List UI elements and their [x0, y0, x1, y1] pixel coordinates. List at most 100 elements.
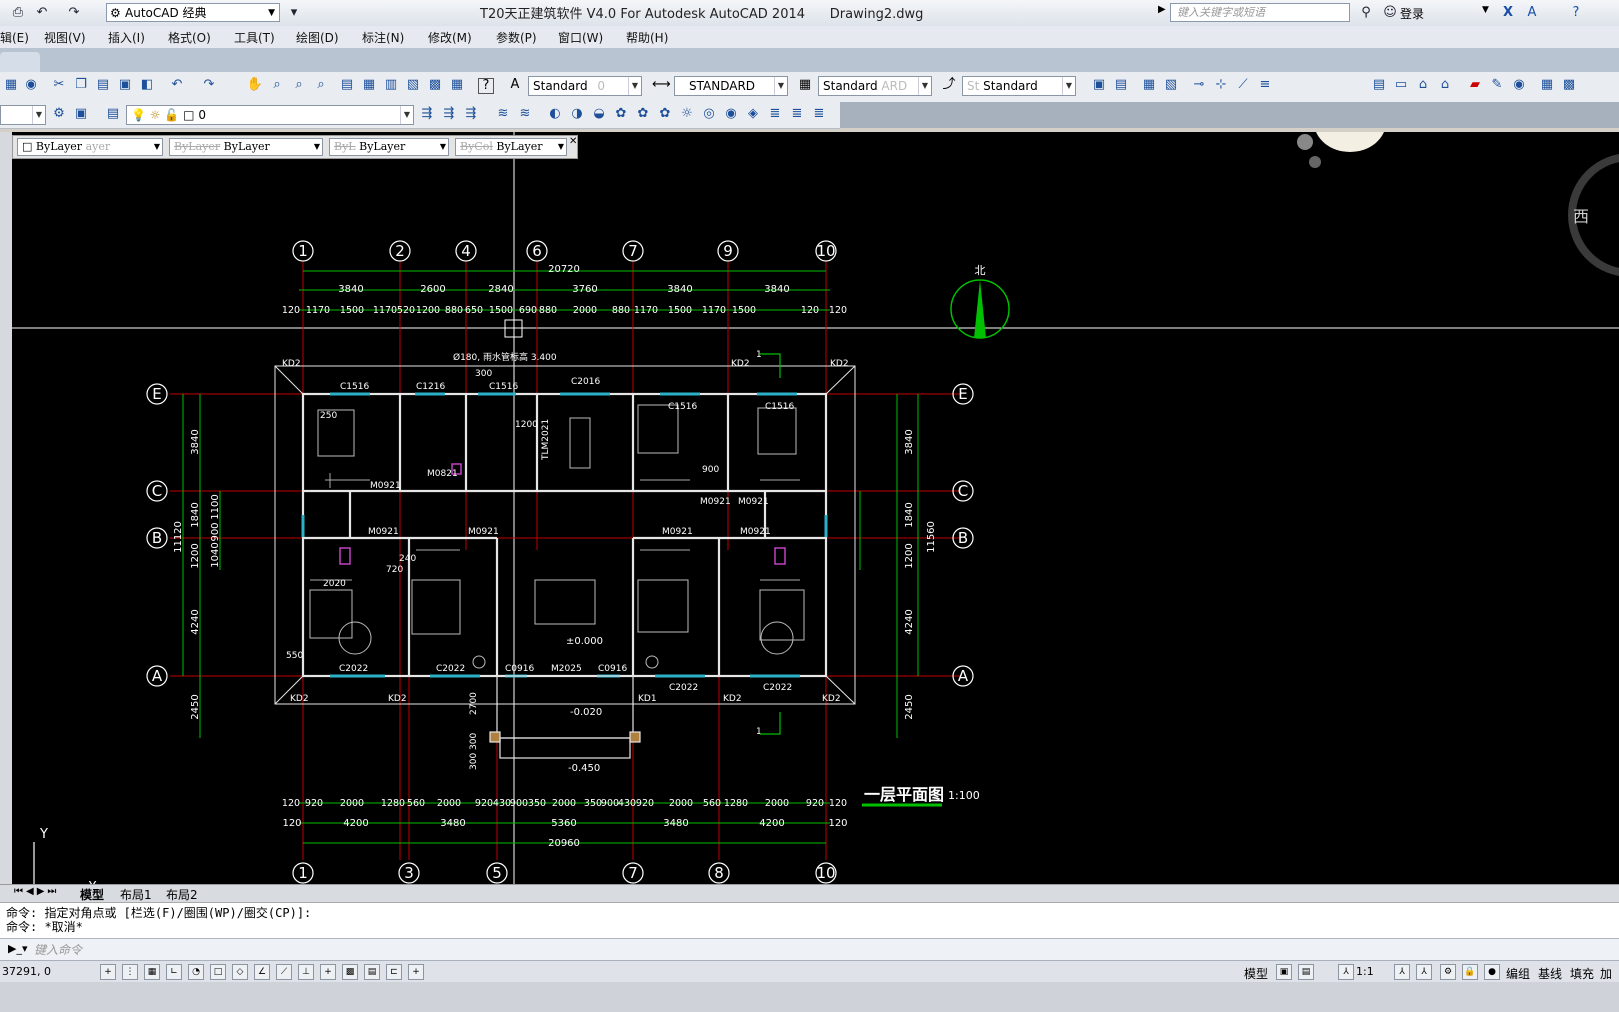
- tool-palettes-icon[interactable]: ▥: [382, 76, 400, 94]
- polar-icon[interactable]: ◔: [188, 964, 204, 980]
- tz-icon-13[interactable]: ▰: [1466, 76, 1484, 94]
- zoom-window-icon[interactable]: ⌕: [290, 76, 308, 94]
- mleader-style-icon[interactable]: ⤴: [940, 76, 958, 94]
- user-icon[interactable]: ☺: [1380, 4, 1400, 22]
- lineweight-select[interactable]: ByL ByLayer ▼: [329, 138, 449, 156]
- tz-icon-8[interactable]: ≡: [1256, 76, 1274, 94]
- menu-window[interactable]: 窗口(W): [558, 29, 603, 46]
- help-toolbar-icon[interactable]: ?: [478, 78, 494, 94]
- layer-tool-11-icon[interactable]: ◉: [722, 105, 740, 123]
- menu-edit[interactable]: 辑(E): [0, 29, 29, 46]
- snap-icon[interactable]: ⋮: [122, 964, 138, 980]
- workspace-switch-icon[interactable]: ⚙: [1440, 964, 1456, 980]
- tab-nav-arrows-icon[interactable]: ⏮◀▶⏭: [14, 886, 59, 897]
- plotstyle-select[interactable]: ByCol ByLayer ▼: [455, 138, 567, 156]
- command-prompt-icon[interactable]: ▶_▾: [8, 942, 27, 955]
- sheet-set-icon[interactable]: ▧: [404, 76, 422, 94]
- menu-parametric[interactable]: 参数(P): [496, 29, 537, 46]
- tz-icon-3[interactable]: ▦: [1140, 76, 1158, 94]
- workspace-mini-select[interactable]: ▼: [0, 105, 46, 125]
- layer-tool-2-icon[interactable]: ≋: [516, 105, 534, 123]
- login-link[interactable]: 登录: [1400, 5, 1424, 22]
- new-icon[interactable]: ▦: [2, 76, 20, 94]
- calculator-icon[interactable]: ▦: [448, 76, 466, 94]
- menu-help[interactable]: 帮助(H): [626, 29, 668, 46]
- annotation-scale-icon[interactable]: ⅄: [1338, 964, 1354, 980]
- layer-tool-7-icon[interactable]: ✿: [634, 105, 652, 123]
- login-dropdown-icon[interactable]: ▼: [1482, 5, 1489, 15]
- tz-icon-5[interactable]: ⊸: [1190, 76, 1208, 94]
- zoom-previous-icon[interactable]: ⌕: [312, 76, 330, 94]
- dim-style-select[interactable]: STANDARD ▼: [674, 76, 788, 96]
- layer-tool-1-icon[interactable]: ≋: [494, 105, 512, 123]
- menu-format[interactable]: 格式(O): [168, 29, 211, 46]
- tz-icon-7[interactable]: ⟋: [1234, 76, 1252, 94]
- status-baseline-toggle[interactable]: 基线: [1538, 965, 1562, 982]
- quick-view-drawings-icon[interactable]: ▤: [1298, 964, 1314, 980]
- settings-icon[interactable]: ⚙: [50, 105, 68, 123]
- text-style-icon[interactable]: A: [506, 76, 524, 94]
- layer-tool-6-icon[interactable]: ✿: [612, 105, 630, 123]
- text-style-select[interactable]: Standard 0 ▼: [528, 76, 642, 96]
- mleader-style-select[interactable]: St Standard ▼: [962, 76, 1076, 96]
- pan-icon[interactable]: ✋: [246, 76, 264, 94]
- osnap-icon[interactable]: □: [210, 964, 226, 980]
- redo-toolbar-icon[interactable]: ↷: [200, 76, 218, 94]
- ducs-icon[interactable]: ⟋: [276, 964, 292, 980]
- qp-icon[interactable]: ▤: [364, 964, 380, 980]
- open-icon[interactable]: ◉: [22, 76, 40, 94]
- make-current-icon[interactable]: ⇶: [418, 105, 436, 123]
- isolate-objects-icon[interactable]: ●: [1484, 964, 1500, 980]
- color-select[interactable]: □ ByLayer ayer ▼: [17, 138, 163, 156]
- layer-tool-8-icon[interactable]: ✿: [656, 105, 674, 123]
- copy-icon[interactable]: ❐: [72, 76, 90, 94]
- help-icon[interactable]: ?: [1566, 4, 1586, 22]
- layer-tool-10-icon[interactable]: ◎: [700, 105, 718, 123]
- annotation-scale-value[interactable]: 1:1: [1356, 965, 1374, 978]
- layer-tool-3-icon[interactable]: ◐: [546, 105, 564, 123]
- block-editor-icon[interactable]: ◧: [138, 76, 156, 94]
- grid-icon[interactable]: ▦: [144, 964, 160, 980]
- tz-icon-1[interactable]: ▣: [1090, 76, 1108, 94]
- properties-icon[interactable]: ▤: [338, 76, 356, 94]
- cut-icon[interactable]: ✂: [50, 76, 68, 94]
- exchange-icon[interactable]: X: [1498, 4, 1518, 22]
- paste-icon[interactable]: ▤: [94, 76, 112, 94]
- quick-view-layouts-icon[interactable]: ▣: [1276, 964, 1292, 980]
- quick-access-menu-icon[interactable]: ▾: [284, 4, 304, 22]
- tz-icon-12[interactable]: ⌂: [1436, 76, 1454, 94]
- binoculars-icon[interactable]: ⚲: [1356, 4, 1376, 22]
- tz-icon-10[interactable]: ▭: [1392, 76, 1410, 94]
- tz-icon-14[interactable]: ✎: [1488, 76, 1506, 94]
- redo-icon[interactable]: ↷: [64, 4, 84, 22]
- command-input[interactable]: 键入命令: [34, 941, 1334, 959]
- drawing-canvas[interactable]: 1 2 4 6 7 9 10 1 3 5 7 8 10 E C B A E C …: [12, 132, 1619, 884]
- transparency-icon[interactable]: ▩: [342, 964, 358, 980]
- table-style-select[interactable]: Standard ARD ▼: [818, 76, 932, 96]
- annotation-visibility-icon[interactable]: ⅄: [1394, 964, 1410, 980]
- tz-icon-4[interactable]: ▧: [1162, 76, 1180, 94]
- tz-icon-9[interactable]: ▤: [1370, 76, 1388, 94]
- expand-search-icon[interactable]: ▶: [1158, 4, 1166, 15]
- am-icon[interactable]: +: [408, 964, 424, 980]
- layer-tool-5-icon[interactable]: ◒: [590, 105, 608, 123]
- search-input[interactable]: 键入关键字或短语: [1170, 3, 1350, 22]
- print-icon[interactable]: ⎙: [8, 4, 28, 22]
- layer-select[interactable]: 💡 ☼ 🔓 □ 0 ▼: [126, 105, 414, 125]
- menu-dimension[interactable]: 标注(N): [362, 29, 404, 46]
- menu-view[interactable]: 视图(V): [44, 29, 86, 46]
- document-tab[interactable]: [0, 52, 40, 72]
- workspace-select[interactable]: ⚙ AutoCAD 经典 ▼: [106, 3, 280, 22]
- design-center-icon[interactable]: ▦: [360, 76, 378, 94]
- tab-layout2[interactable]: 布局2: [166, 886, 198, 903]
- save-workspace-icon[interactable]: ▣: [72, 105, 90, 123]
- menu-insert[interactable]: 插入(I): [108, 29, 145, 46]
- layer-tool-12-icon[interactable]: ◈: [744, 105, 762, 123]
- tz-icon-2[interactable]: ▤: [1112, 76, 1130, 94]
- markup-icon[interactable]: ▩: [426, 76, 444, 94]
- table-style-icon[interactable]: ▦: [796, 76, 814, 94]
- layer-previous-icon[interactable]: ⇶: [440, 105, 458, 123]
- tz-icon-6[interactable]: ⊹: [1212, 76, 1230, 94]
- ortho-icon[interactable]: ∟: [166, 964, 182, 980]
- layer-tool-4-icon[interactable]: ◑: [568, 105, 586, 123]
